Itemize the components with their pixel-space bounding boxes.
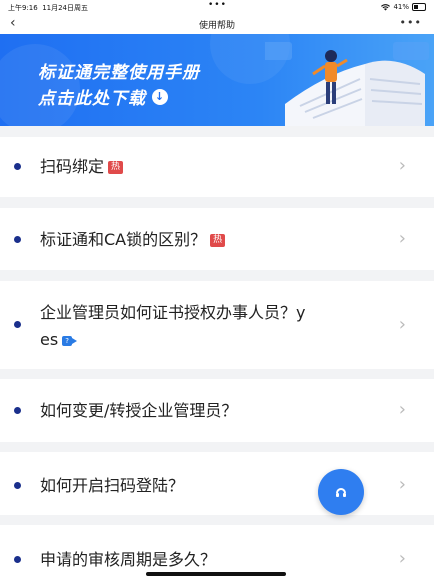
wifi-icon — [381, 3, 391, 11]
bullet-dot — [14, 236, 21, 243]
multitask-dots[interactable]: ••• — [208, 0, 227, 10]
customer-service-button[interactable] — [318, 469, 364, 515]
status-bar: 上午9:16 11月24日周五 ••• 41% — [0, 0, 434, 14]
hot-badge: 热 — [210, 234, 226, 247]
chevron-right-icon: › — [398, 474, 406, 495]
list-item-label: 扫码绑定热 — [40, 153, 124, 180]
battery-icon — [412, 3, 426, 11]
list-item[interactable]: 申请的审核周期是多久？ › — [0, 525, 434, 579]
download-icon: ↓ — [152, 88, 168, 105]
list-item-label: 申请的审核周期是多久？ — [40, 550, 217, 569]
chevron-right-icon: › — [398, 314, 406, 335]
chevron-right-icon: › — [398, 155, 406, 176]
more-options-button[interactable]: ••• — [400, 16, 422, 29]
list-item[interactable]: 扫码绑定热 › — [0, 137, 434, 197]
list-item-label: 标证通和CA锁的区别？热 — [40, 226, 226, 253]
banner-subtitle: 点击此处下载 ↓ — [38, 84, 168, 109]
nav-bar: ‹ 使用帮助 ••• — [0, 14, 434, 34]
list-item[interactable]: 标证通和CA锁的区别？热 › — [0, 208, 434, 270]
book-illustration — [265, 42, 429, 126]
banner-download-text: 点击此处下载 — [38, 89, 146, 109]
home-indicator[interactable] — [146, 572, 286, 576]
hot-badge: 热 — [108, 161, 124, 174]
bullet-dot — [14, 321, 21, 328]
chevron-right-icon: › — [398, 548, 406, 569]
banner-title: 标证通完整使用手册 — [38, 63, 200, 83]
list-item[interactable]: 如何变更/转授企业管理员？ › — [0, 379, 434, 442]
list-item-label: 企业管理员如何证书授权办事人员？y es? — [40, 303, 306, 349]
status-time: 上午9:16 11月24日周五 — [8, 4, 89, 12]
battery-percent: 41% — [393, 3, 409, 11]
page-title: 使用帮助 — [198, 21, 235, 31]
list-item-label: 如何变更/转授企业管理员？ — [40, 401, 238, 420]
list-item[interactable]: 企业管理员如何证书授权办事人员？y es? › — [0, 281, 434, 369]
list-item-label: 如何开启扫码登陆？ — [40, 476, 185, 495]
bullet-dot — [14, 556, 21, 563]
bullet-dot — [14, 407, 21, 414]
video-badge: ? — [62, 335, 77, 346]
status-right: 41% — [381, 3, 426, 11]
manual-download-banner[interactable]: 标证通完整使用手册 点击此处下载 ↓ — [0, 34, 434, 126]
chevron-right-icon: › — [398, 228, 406, 249]
bullet-dot — [14, 482, 21, 489]
list-item[interactable]: 如何开启扫码登陆？ › — [0, 452, 434, 515]
headset-icon — [336, 488, 346, 497]
bullet-dot — [14, 163, 21, 170]
chevron-right-icon: › — [398, 399, 406, 420]
